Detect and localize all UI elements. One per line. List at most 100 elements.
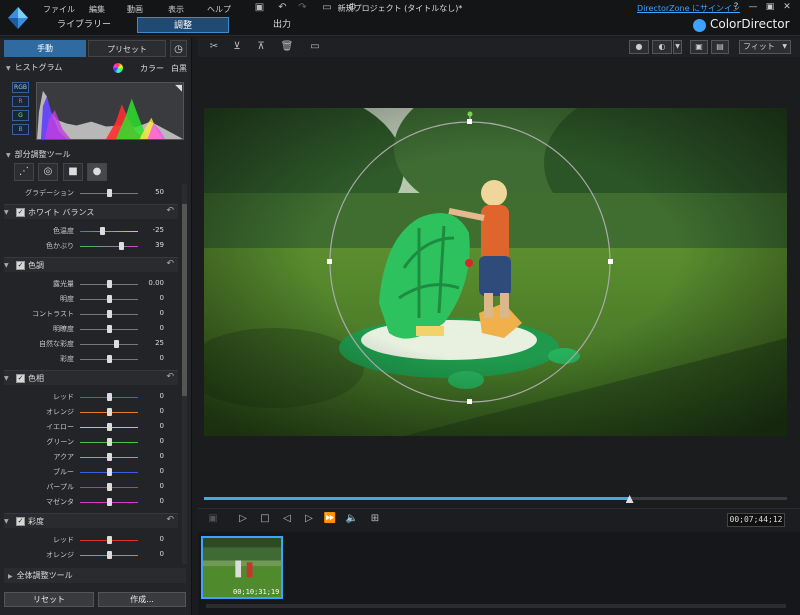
slider-thumb[interactable]	[107, 423, 112, 431]
channel-rgb-button[interactable]: RGB	[12, 82, 29, 93]
slider-label: 彩度	[60, 355, 74, 363]
tone-group-header[interactable]: ▼ ✓ 色調 ↶	[4, 257, 178, 272]
gradient-mask-icon[interactable]: ⋰	[14, 163, 34, 181]
photo-preview[interactable]	[204, 108, 787, 436]
mode-output-tab[interactable]: 出力	[242, 17, 322, 33]
slider-thumb[interactable]	[107, 438, 112, 446]
view-dropdown-chevron-icon[interactable]: ▼	[673, 40, 682, 54]
adjust-scrollbar-thumb[interactable]	[182, 204, 187, 396]
stop-icon[interactable]: □	[258, 512, 272, 526]
reset-arrow-icon[interactable]: ↶	[166, 259, 174, 269]
trim-icon[interactable]: ⊼	[253, 40, 269, 54]
slider-thumb[interactable]	[107, 536, 112, 544]
prev-frame-icon[interactable]: ◁	[280, 512, 294, 526]
collapse-triangle-icon: ▼	[4, 518, 9, 525]
cut-icon[interactable]: ✂	[206, 40, 222, 54]
slider-thumb[interactable]	[107, 325, 112, 333]
enable-checkbox[interactable]: ✓	[16, 517, 25, 526]
view-mode-icon[interactable]: ▭	[318, 2, 336, 14]
redo-icon[interactable]: ↷	[296, 2, 309, 14]
maximize-icon[interactable]: ▣	[764, 1, 776, 13]
menu-video[interactable]: 動画	[127, 4, 143, 15]
slider-thumb[interactable]	[107, 355, 112, 363]
settings-gear-icon[interactable]: ⚙	[346, 2, 359, 14]
slider-value: 0	[159, 467, 164, 475]
reset-arrow-icon[interactable]: ↶	[166, 515, 174, 525]
slider-thumb[interactable]	[100, 227, 106, 235]
play-icon[interactable]: ▷	[236, 512, 250, 526]
subtitle-icon[interactable]: ▭	[307, 40, 323, 54]
radial-target-icon[interactable]: ◎	[38, 163, 58, 181]
undo-icon[interactable]: ↶	[276, 2, 289, 14]
channel-g-button[interactable]: G	[12, 110, 29, 121]
slider-thumb[interactable]	[113, 340, 119, 348]
slider-row: コントラスト 0	[0, 307, 181, 321]
slider-thumb[interactable]	[107, 453, 112, 461]
menu-edit[interactable]: 編集	[89, 4, 105, 15]
histogram-bw-button[interactable]: 白黒	[171, 63, 187, 74]
slider-thumb[interactable]	[107, 189, 112, 197]
slider-thumb[interactable]	[107, 483, 112, 491]
compare-view-icon[interactable]: ◐	[652, 40, 672, 54]
create-button[interactable]: 作成...	[98, 592, 186, 607]
save-icon[interactable]: ▣	[253, 2, 266, 14]
slider-track[interactable]	[80, 231, 138, 232]
enable-checkbox[interactable]: ✓	[16, 208, 25, 217]
slider-thumb[interactable]	[107, 295, 112, 303]
hue-group-header[interactable]: ▼ ✓ 色相 ↶	[4, 370, 178, 385]
signin-link[interactable]: DirectorZone にサインイン	[637, 3, 740, 14]
histogram-color-button[interactable]: カラー	[140, 63, 164, 74]
menu-file[interactable]: ファイル	[43, 4, 75, 15]
single-view-icon[interactable]: ●	[629, 40, 649, 54]
fast-forward-icon[interactable]: ⏩	[323, 512, 337, 526]
slider-row: グラデーション 50	[0, 186, 181, 200]
menu-view[interactable]: 表示	[168, 4, 184, 15]
close-icon[interactable]: ✕	[781, 1, 793, 13]
reset-button[interactable]: リセット	[4, 592, 94, 607]
snapshot-grid-icon[interactable]: ⊞	[368, 512, 382, 526]
enable-checkbox[interactable]: ✓	[16, 261, 25, 270]
partial-tool-header[interactable]: ▼ 部分調整ツール	[6, 148, 188, 162]
slider-thumb[interactable]	[107, 408, 112, 416]
reset-arrow-icon[interactable]: ↶	[166, 206, 174, 216]
slider-thumb[interactable]	[107, 468, 112, 476]
next-frame-icon[interactable]: ▷	[302, 512, 316, 526]
slider-row: 彩度 0	[0, 352, 181, 366]
slider-value: 0.00	[148, 279, 164, 287]
tab-manual[interactable]: 手動	[4, 40, 86, 57]
slider-track[interactable]	[80, 344, 138, 345]
global-tool-header[interactable]: ▶ 全体調整ツール	[4, 568, 186, 583]
history-clock-icon[interactable]: ◷	[170, 40, 187, 57]
tab-preset[interactable]: プリセット	[88, 40, 166, 57]
circle-brush-icon[interactable]: ●	[87, 163, 107, 181]
mode-edit-tab[interactable]: 調整	[137, 17, 229, 33]
delete-trash-icon[interactable]: 🗑	[279, 40, 295, 54]
filmstrip-scrollbar[interactable]	[206, 604, 786, 608]
split-icon[interactable]: ⊻	[229, 40, 245, 54]
saturation-group-header[interactable]: ▼ ✓ 彩度 ↶	[4, 513, 178, 528]
zoom-fit-select[interactable]: フィット ▼	[739, 40, 791, 54]
slider-thumb[interactable]	[118, 242, 124, 250]
slider-thumb[interactable]	[107, 393, 112, 401]
slider-thumb[interactable]	[107, 498, 112, 506]
mode-library-tab[interactable]: ライブラリー	[44, 17, 124, 33]
reset-arrow-icon[interactable]: ↶	[166, 372, 174, 382]
enable-checkbox[interactable]: ✓	[16, 374, 25, 383]
snapshot-icon[interactable]: ▤	[711, 40, 729, 54]
volume-icon[interactable]: 🔈	[345, 512, 359, 526]
slider-thumb[interactable]	[107, 551, 112, 559]
color-wheel-icon[interactable]	[113, 63, 123, 73]
slider-thumb[interactable]	[107, 310, 112, 318]
square-brush-icon[interactable]: ■	[63, 163, 83, 181]
minimize-icon[interactable]: —	[747, 1, 759, 13]
channel-r-button[interactable]: R	[12, 96, 29, 107]
preview-mode-icon[interactable]: ▣	[206, 512, 220, 526]
slider-track[interactable]	[80, 246, 138, 247]
fullscreen-icon[interactable]: ▣	[690, 40, 708, 54]
slider-label: 色かぶり	[46, 242, 74, 250]
menu-help[interactable]: ヘルプ	[207, 4, 231, 15]
channel-b-button[interactable]: B	[12, 124, 29, 135]
slider-thumb[interactable]	[107, 280, 112, 288]
help-icon[interactable]: ?	[730, 1, 742, 13]
white-balance-group-header[interactable]: ▼ ✓ ホワイト バランス ↶	[4, 204, 178, 219]
